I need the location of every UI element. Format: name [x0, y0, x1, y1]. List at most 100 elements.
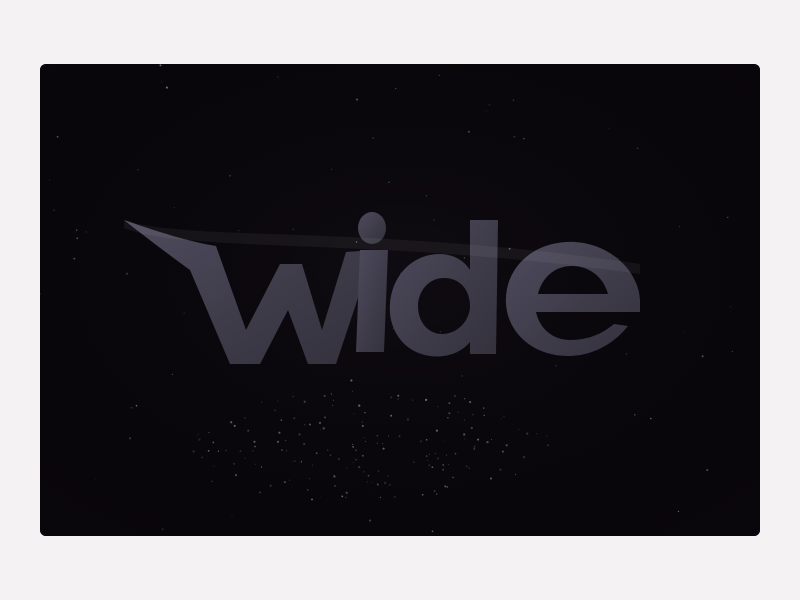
star-particle: [165, 86, 168, 89]
dust-particle: [333, 475, 336, 478]
star-particle: [76, 229, 78, 231]
dust-particle: [323, 416, 327, 419]
dust-particle: [376, 434, 379, 437]
star-particle: [49, 179, 51, 181]
dust-particle: [207, 450, 210, 452]
dust-particle: [499, 468, 502, 471]
dust-particle: [298, 433, 301, 436]
dust-particle: [352, 444, 354, 446]
dust-particle: [346, 467, 348, 469]
star-particle: [159, 64, 162, 67]
dust-particle: [433, 490, 436, 492]
star-particle: [233, 424, 236, 427]
dust-particle: [489, 477, 493, 480]
dust-particle: [224, 449, 227, 452]
dust-particle: [363, 437, 365, 439]
dust-particle: [387, 475, 389, 477]
star-particle: [438, 74, 440, 77]
dust-particle: [253, 440, 256, 443]
dust-particle: [482, 407, 485, 409]
star-particle: [440, 331, 442, 333]
dust-particle: [284, 481, 286, 483]
dust-particle: [351, 390, 353, 392]
star-particle: [634, 414, 636, 416]
dust-particle: [269, 484, 272, 487]
star-particle: [330, 168, 333, 171]
dust-particle: [463, 433, 466, 436]
dust-particle: [477, 438, 480, 441]
dust-particle: [518, 428, 520, 430]
dust-particle: [428, 453, 431, 455]
dust-particle: [318, 421, 322, 425]
star-particle: [425, 455, 428, 458]
dust-particle: [473, 447, 475, 449]
dust-particle: [233, 462, 236, 465]
dust-particle: [468, 467, 470, 469]
dust-particle: [285, 440, 287, 441]
dust-particle: [420, 440, 423, 443]
dust-particle: [329, 454, 332, 457]
star-particle: [129, 437, 132, 440]
star-particle: [608, 127, 610, 130]
dust-particle: [473, 445, 476, 448]
star-particle: [514, 473, 516, 475]
dust-particle: [217, 450, 220, 452]
star-particle: [523, 137, 525, 140]
dust-particle: [341, 495, 344, 498]
dust-particle: [536, 433, 538, 435]
dust-particle: [292, 395, 294, 398]
dust-particle: [382, 443, 384, 444]
star-particle: [277, 76, 279, 78]
dust-particle: [303, 442, 306, 446]
star-particle: [229, 174, 232, 177]
dust-particle: [252, 450, 254, 452]
dust-particle: [382, 447, 385, 450]
star-particle: [468, 130, 470, 133]
dust-particle: [390, 414, 393, 417]
dust-particle: [358, 404, 361, 407]
dust-particle: [280, 419, 283, 421]
dust-particle: [352, 462, 354, 464]
dust-particle: [285, 450, 288, 452]
dust-particle: [332, 404, 334, 406]
dust-particle: [309, 478, 311, 480]
star-particle: [364, 412, 366, 414]
dust-particle: [444, 439, 446, 441]
dust-particle: [452, 476, 454, 479]
dust-particle: [358, 466, 361, 469]
dust-particle: [337, 458, 340, 460]
dust-particle: [294, 460, 296, 462]
dust-particle: [361, 421, 363, 423]
dust-particle: [322, 427, 325, 430]
dust-particle: [447, 417, 449, 419]
star-particle: [485, 110, 487, 112]
dust-particle: [334, 485, 336, 487]
star-particle: [625, 353, 628, 355]
dust-particle: [486, 440, 489, 444]
dust-particle: [352, 446, 354, 448]
dust-particle: [213, 466, 215, 468]
logo-scene: [40, 64, 760, 536]
dust-particle: [230, 421, 233, 424]
dust-particle: [345, 491, 348, 494]
dust-particle: [500, 417, 503, 419]
dust-particle: [300, 461, 303, 463]
dust-particle: [280, 448, 283, 452]
star-particle: [350, 379, 353, 382]
dust-particle: [304, 423, 306, 426]
dust-particle: [436, 493, 438, 495]
star-particle: [372, 137, 374, 139]
dust-particle: [465, 465, 468, 468]
star-particle: [53, 209, 55, 212]
dust-particle: [546, 435, 548, 437]
dust-particle: [472, 414, 474, 416]
dust-particle: [330, 393, 333, 395]
dust-particle: [364, 440, 366, 442]
dust-particle: [437, 406, 439, 408]
dust-particle: [547, 444, 549, 447]
dust-particle: [355, 449, 357, 451]
dust-particle: [192, 450, 195, 453]
dust-particle: [201, 456, 204, 459]
star-particle: [555, 365, 557, 367]
dust-particle: [254, 463, 256, 465]
